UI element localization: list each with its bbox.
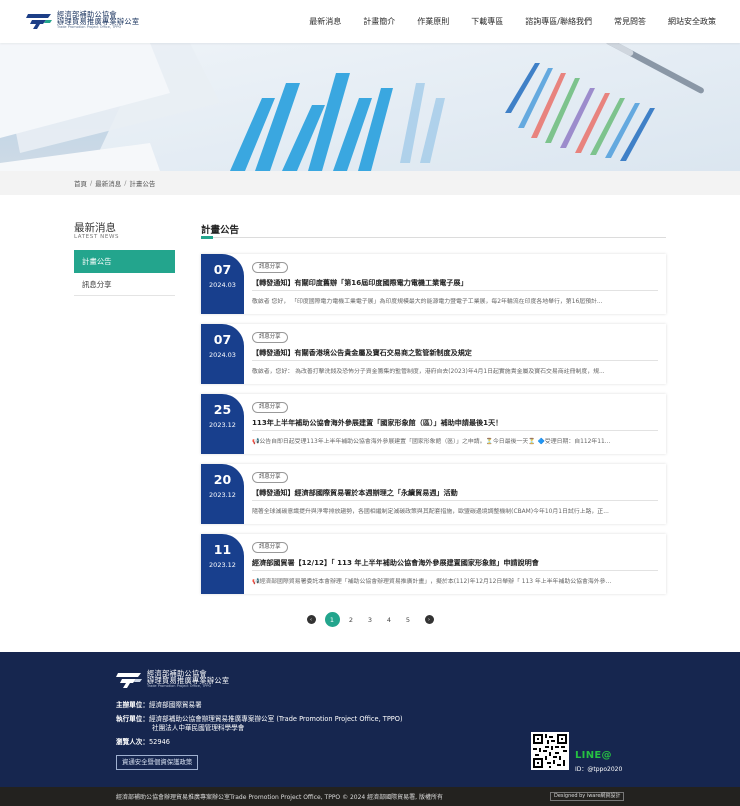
footer-logo-line-3: Trade Promotion Project Office, TPPO bbox=[147, 684, 212, 689]
date-badge: 07 2024.03 bbox=[201, 254, 244, 314]
next-page-icon[interactable]: › bbox=[424, 615, 434, 624]
breadcrumb: 首頁 / 最新消息 / 計畫公告 bbox=[0, 171, 740, 195]
title-accent-bar bbox=[201, 236, 213, 239]
nav-security-policy[interactable]: 網站安全政策 bbox=[668, 16, 716, 27]
prev-page-icon[interactable]: ‹ bbox=[306, 615, 316, 624]
logo-line-2: 辦理貿易推廣專案辦公室 bbox=[57, 17, 140, 27]
card-title[interactable]: 經濟部國貿署【12/12】「 113 年上半年補助公協會海外參展建置國家形象館」… bbox=[252, 558, 658, 568]
breadcrumb-home[interactable]: 首頁 bbox=[74, 178, 87, 188]
footer-logo-line-2: 辦理貿易推廣專案辦公室 bbox=[147, 676, 230, 686]
news-card[interactable]: 07 2024.03 訊息分享 【轉發通知】有關印度舊辦「第16屆印度國際電力電… bbox=[201, 254, 666, 314]
category-tag[interactable]: 訊息分享 bbox=[252, 262, 288, 273]
date-day: 25 bbox=[213, 402, 232, 417]
site-footer: 經濟部補助公協會 辦理貿易推廣專案辦公室 Trade Promotion Pro… bbox=[0, 652, 740, 787]
footer-host: 主辦單位：經濟部國際貿易署 bbox=[116, 699, 202, 709]
page-5[interactable]: 5 bbox=[401, 612, 416, 627]
category-tag[interactable]: 訊息分享 bbox=[252, 332, 288, 343]
card-title[interactable]: 113年上半年補助公協會海外參展建置「國家形象館（區）」補助申請最後1天！ bbox=[252, 418, 658, 428]
card-excerpt: 敬啟者 您好， 「印度國際電力電機工業電子展」為印度規模最大的能源電力暨電子工業… bbox=[252, 299, 603, 305]
logo-line-3: Trade Promotion Project Office, TPPO bbox=[57, 25, 122, 30]
designer-credit[interactable]: Designed by iware網資設計 bbox=[550, 792, 625, 801]
date-year-month: 2024.03 bbox=[209, 280, 236, 289]
tppo-logo-icon bbox=[26, 14, 52, 30]
title-divider bbox=[201, 237, 666, 238]
nav-faq[interactable]: 常見問答 bbox=[614, 16, 646, 27]
security-policy-button[interactable]: 資通安全暨個資保護政策 bbox=[116, 755, 199, 770]
date-badge: 07 2024.03 bbox=[201, 324, 244, 384]
date-day: 07 bbox=[213, 332, 232, 347]
card-divider bbox=[252, 430, 658, 431]
pagination: ‹ 1 2 3 4 5 › bbox=[0, 612, 740, 627]
line-at-label: LINE@ bbox=[575, 750, 612, 761]
date-badge: 20 2023.12 bbox=[201, 464, 244, 524]
visitors-count: 52946 bbox=[148, 738, 170, 746]
site-logo[interactable]: 經濟部補助公協會 辦理貿易推廣專案辦公室 Trade Promotion Pro… bbox=[26, 11, 139, 30]
footer-visitors: 瀏覽人次：52946 bbox=[116, 736, 170, 746]
sidebar-item-announcements[interactable]: 計畫公告 bbox=[74, 250, 175, 273]
card-divider bbox=[252, 290, 658, 291]
host-value: 經濟部國際貿易署 bbox=[148, 701, 202, 709]
visitors-label: 瀏覽人次： bbox=[116, 738, 149, 746]
card-title[interactable]: 【轉發通知】有關香港境公告貴金屬及寶石交易商之監管新制度及規定 bbox=[252, 348, 658, 358]
card-excerpt: 敬啟者，您好： 為改善打擊洗錢及恐怖分子資金籌集的監管制度，港府自去(2023)… bbox=[252, 369, 605, 375]
nav-contact[interactable]: 諮詢專區/聯絡我們 bbox=[525, 16, 592, 27]
card-divider bbox=[252, 500, 658, 501]
card-excerpt: 📢經濟部國際貿易署委託本會辦理「補助公協會辦理貿易推廣計畫」，擬於本(112)年… bbox=[252, 579, 612, 585]
category-tag[interactable]: 訊息分享 bbox=[252, 402, 288, 413]
page-1[interactable]: 1 bbox=[324, 612, 340, 627]
nav-guidelines[interactable]: 作業原則 bbox=[417, 16, 449, 27]
card-title[interactable]: 【轉發通知】經濟部國際貿易署於本週辦理之「永續貿易週」活動 bbox=[252, 488, 658, 498]
news-card[interactable]: 11 2023.12 訊息分享 經濟部國貿署【12/12】「 113 年上半年補… bbox=[201, 534, 666, 594]
date-year-month: 2023.12 bbox=[209, 560, 236, 569]
page-2[interactable]: 2 bbox=[344, 612, 359, 627]
page-3[interactable]: 3 bbox=[363, 612, 378, 627]
exec-label: 執行單位： bbox=[116, 715, 149, 723]
card-title[interactable]: 【轉發通知】有關印度舊辦「第16屆印度國際電力電機工業電子展」 bbox=[252, 278, 658, 288]
card-divider bbox=[252, 570, 658, 571]
hero-illustration bbox=[0, 43, 740, 171]
card-excerpt: 隨著全球減碳意識提升與淨零排放趨勢，各國相繼制定減碳政策與其配套措施，歐盟碳邊境… bbox=[252, 509, 609, 515]
card-divider bbox=[252, 360, 658, 361]
sidebar-menu: 計畫公告 訊息分享 bbox=[74, 250, 175, 296]
date-year-month: 2024.03 bbox=[209, 350, 236, 359]
nav-news[interactable]: 最新消息 bbox=[309, 16, 341, 27]
footer-logo: 經濟部補助公協會 辦理貿易推廣專案辦公室 Trade Promotion Pro… bbox=[116, 670, 229, 689]
date-day: 11 bbox=[213, 542, 232, 557]
date-badge: 25 2023.12 bbox=[201, 394, 244, 454]
site-header: 經濟部補助公協會 辦理貿易推廣專案辦公室 Trade Promotion Pro… bbox=[0, 0, 740, 43]
date-badge: 11 2023.12 bbox=[201, 534, 244, 594]
host-label: 主辦單位： bbox=[116, 701, 149, 709]
exec-value-2: 社團法人中華民國管理科學學會 bbox=[152, 724, 245, 732]
page-title: 計畫公告 bbox=[201, 225, 240, 236]
card-excerpt: 📢公告自即日起受理113年上半年補助公協會海外參展建置「國家形象館（區）」之申請… bbox=[252, 439, 611, 445]
sidebar-subtitle: LATEST NEWS bbox=[74, 234, 120, 240]
qr-code-icon bbox=[533, 734, 567, 768]
line-id: ID：@tppo2020 bbox=[575, 766, 623, 773]
category-tag[interactable]: 訊息分享 bbox=[252, 472, 288, 483]
copyright-bar: 經濟部補助公協會辦理貿易推廣專案辦公室Trade Promotion Proje… bbox=[0, 787, 740, 806]
hero-banner bbox=[0, 43, 740, 171]
footer-executor-2: 社團法人中華民國管理科學學會 bbox=[152, 722, 244, 732]
date-year-month: 2023.12 bbox=[209, 420, 236, 429]
sidebar-title: 最新消息 bbox=[74, 222, 116, 234]
news-card[interactable]: 20 2023.12 訊息分享 【轉發通知】經濟部國際貿易署於本週辦理之「永續貿… bbox=[201, 464, 666, 524]
page-4[interactable]: 4 bbox=[382, 612, 397, 627]
tppo-logo-icon bbox=[116, 673, 142, 689]
category-tag[interactable]: 訊息分享 bbox=[252, 542, 288, 553]
nav-downloads[interactable]: 下載專區 bbox=[471, 16, 503, 27]
date-day: 20 bbox=[213, 472, 232, 487]
breadcrumb-news[interactable]: 最新消息 bbox=[95, 178, 121, 188]
breadcrumb-current: 計畫公告 bbox=[129, 180, 156, 188]
date-year-month: 2023.12 bbox=[209, 490, 236, 499]
sidebar-item-info-share[interactable]: 訊息分享 bbox=[74, 273, 175, 296]
news-card[interactable]: 25 2023.12 訊息分享 113年上半年補助公協會海外參展建置「國家形象館… bbox=[201, 394, 666, 454]
news-card[interactable]: 07 2024.03 訊息分享 【轉發通知】有關香港境公告貴金屬及寶石交易商之監… bbox=[201, 324, 666, 384]
main-nav: 最新消息 計畫簡介 作業原則 下載專區 諮詢專區/聯絡我們 常見問答 網站安全政… bbox=[287, 0, 716, 43]
date-day: 07 bbox=[213, 262, 232, 277]
copyright-text: 經濟部補助公協會辦理貿易推廣專案辦公室Trade Promotion Proje… bbox=[116, 794, 443, 801]
nav-about[interactable]: 計畫簡介 bbox=[363, 16, 395, 27]
line-qr-code bbox=[531, 732, 569, 770]
